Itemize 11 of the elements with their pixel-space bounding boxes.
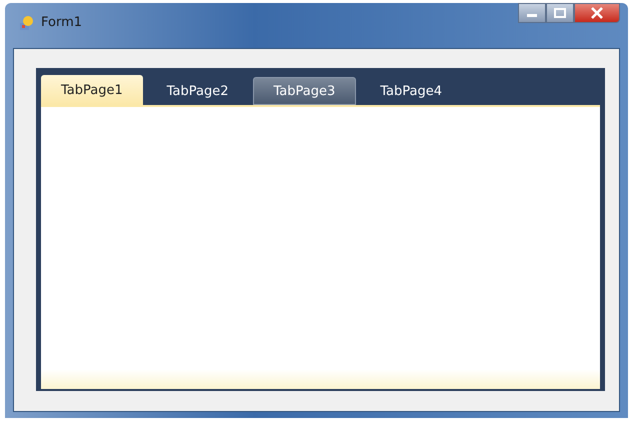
tab[interactable]: TabPage1 <box>41 75 143 105</box>
tab[interactable]: TabPage3 <box>252 77 356 105</box>
minimize-button[interactable] <box>518 3 546 23</box>
maximize-button[interactable] <box>546 3 574 23</box>
maximize-icon <box>553 8 567 18</box>
tab[interactable]: TabPage4 <box>360 77 462 105</box>
app-icon <box>19 15 35 31</box>
close-icon <box>590 7 604 19</box>
window-title: Form1 <box>41 15 82 30</box>
close-button[interactable] <box>574 3 620 23</box>
tab[interactable]: TabPage2 <box>146 77 248 105</box>
